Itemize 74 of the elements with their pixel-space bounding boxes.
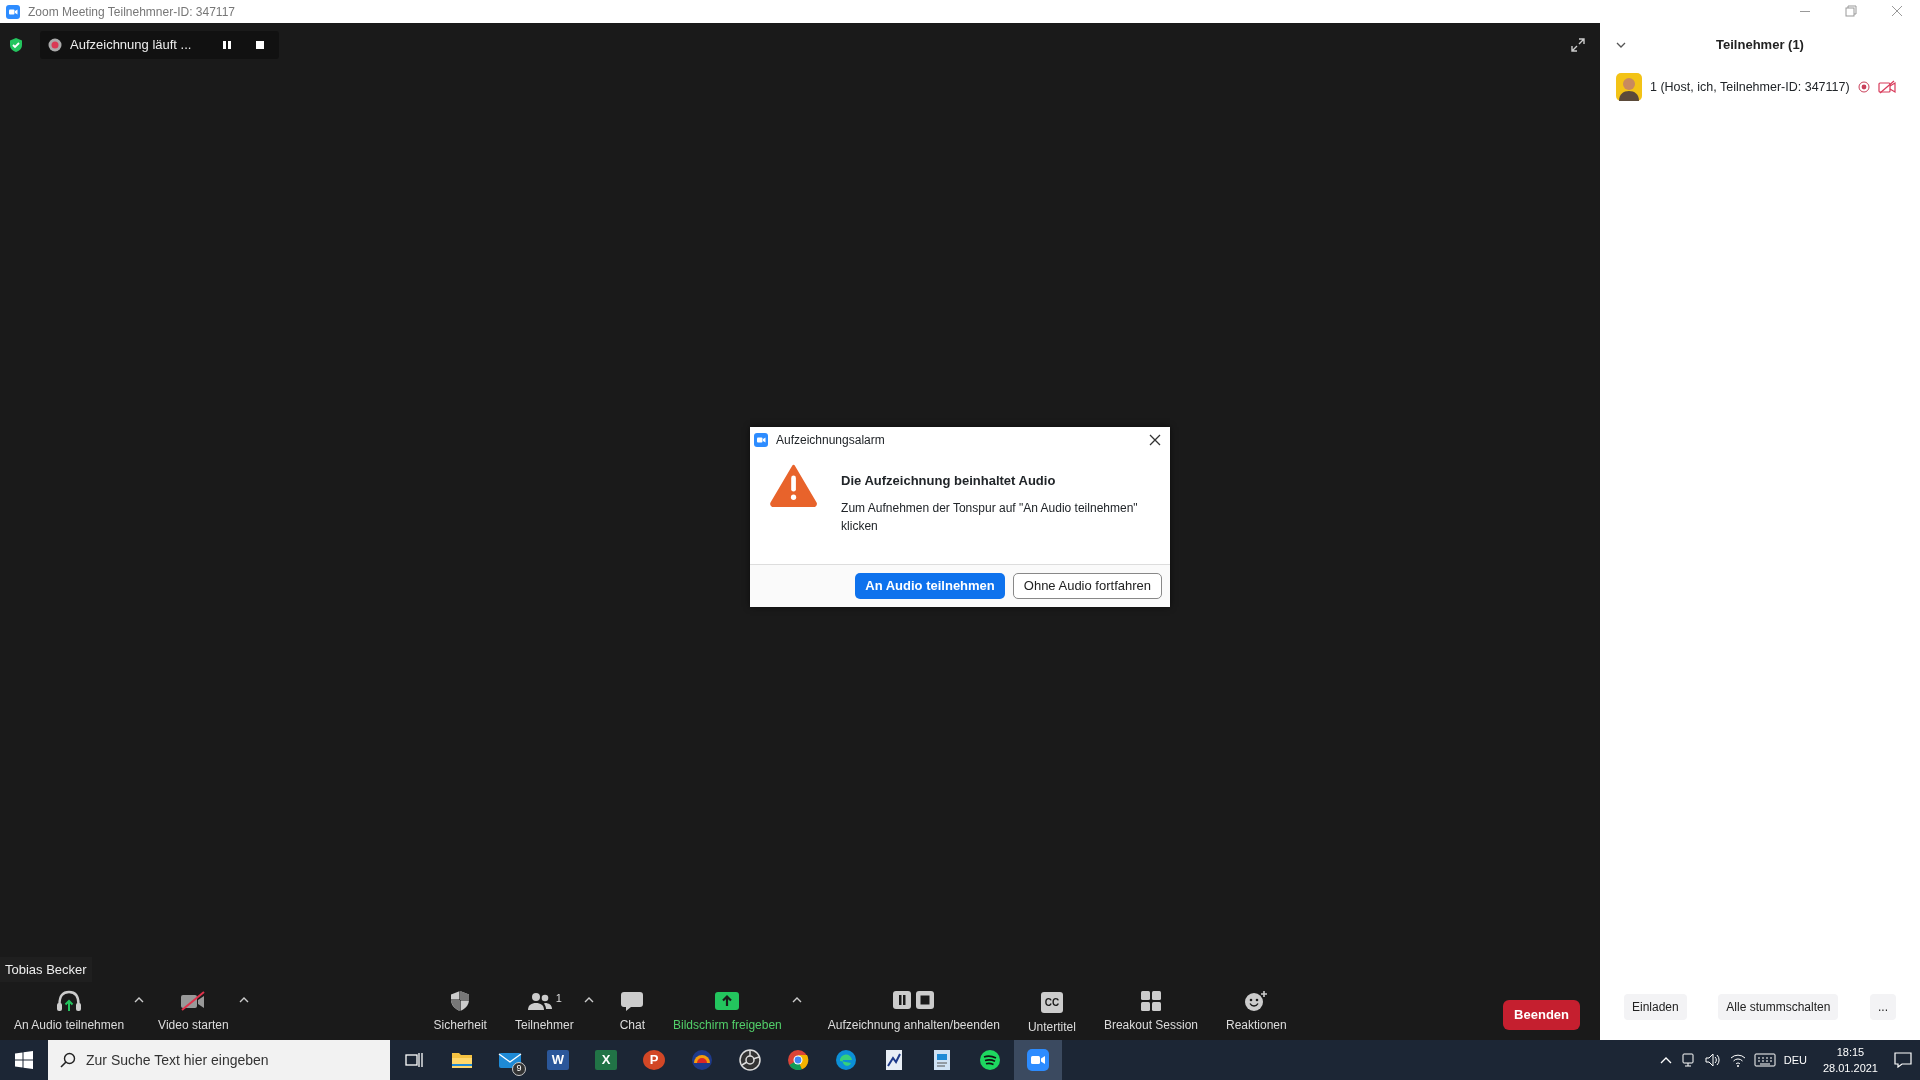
participant-count: 1 (555, 991, 562, 1006)
volume-icon[interactable] (1703, 1052, 1722, 1068)
toolbar-button[interactable]: Chat (613, 990, 652, 1036)
notification-icon[interactable] (1894, 1052, 1912, 1068)
panel-title: Teilnehmer (1) (1716, 36, 1805, 55)
clock-date: 28.01.2021 (1822, 1061, 1878, 1076)
shield-check-icon (8, 37, 24, 53)
search-icon (60, 1052, 76, 1068)
collapse-icon[interactable] (1616, 41, 1626, 49)
caret-icon[interactable] (583, 996, 594, 1004)
language-indicator[interactable]: DEU (1783, 1051, 1807, 1069)
mute-all-button[interactable]: Alle stummschalten (1718, 994, 1839, 1020)
participant-name-tag: Tobias Becker (0, 956, 92, 982)
shield-icon (449, 990, 472, 1012)
notification-count: 9 (512, 1062, 526, 1076)
caret-icon[interactable] (238, 996, 249, 1004)
chat-bubble-icon (620, 990, 645, 1012)
toolbar-button[interactable]: Breakout Session (1097, 990, 1204, 1036)
document-icon[interactable] (932, 1049, 952, 1071)
toolbar-button[interactable]: CC Untertitel (1021, 990, 1082, 1036)
close-icon[interactable] (1148, 433, 1162, 447)
dialog-title: Aufzeichnungsalarm (776, 432, 885, 449)
document-icon[interactable]: W (547, 1050, 569, 1070)
toolbar-button[interactable]: Reaktionen (1220, 990, 1293, 1036)
chart-document-icon[interactable] (884, 1049, 904, 1071)
grid-icon (1139, 990, 1162, 1012)
captions-icon: CC (1040, 992, 1064, 1013)
share-screen-icon (714, 990, 741, 1012)
aperture-icon[interactable] (739, 1049, 761, 1071)
caret-icon[interactable] (134, 996, 145, 1004)
app-logo-icon (754, 433, 768, 447)
recording-icon (48, 38, 62, 52)
app-logo-icon (6, 4, 20, 19)
toolbar-button[interactable]: Sicherheit (427, 990, 493, 1036)
mail-icon[interactable] (498, 1051, 522, 1069)
video-camera-icon[interactable] (1027, 1049, 1049, 1071)
music-logo-icon[interactable] (979, 1049, 1001, 1071)
chevron-up-icon[interactable] (1659, 1055, 1672, 1065)
browser-icon[interactable] (787, 1049, 809, 1071)
caret-icon[interactable] (791, 996, 802, 1004)
circle-logo-icon[interactable] (691, 1049, 713, 1071)
dialog-message: Zum Aufnehmen der Tonspur auf "An Audio teilnehmen" klicken (841, 499, 1139, 535)
end-meeting-button[interactable]: Beenden (1503, 1000, 1580, 1030)
monitor-icon[interactable] (1679, 1052, 1696, 1068)
smiley-plus-icon (1244, 990, 1269, 1012)
recording-status: Aufzeichnung läuft ... (70, 36, 192, 55)
toolbar-button[interactable]: Video starten (152, 990, 235, 1034)
invite-button[interactable]: Einladen (1624, 994, 1687, 1020)
task-view-icon[interactable] (405, 1052, 423, 1068)
dialog-heading: Die Aufzeichnung beinhaltet Audio (841, 472, 1057, 490)
more-button[interactable]: ... (1870, 994, 1896, 1020)
pause-stop-icon (891, 990, 936, 1012)
join-audio-button[interactable]: An Audio teilnehmen (855, 573, 1005, 599)
avatar-icon (1616, 73, 1642, 101)
fullscreen-icon[interactable] (1570, 37, 1586, 53)
toolbar-button[interactable]: Aufzeichnung anhalten/beenden (821, 990, 1006, 1036)
headphones-icon (56, 990, 83, 1012)
presentation-icon[interactable]: P (643, 1050, 665, 1070)
wave-logo-icon[interactable] (835, 1049, 857, 1071)
document-icon[interactable]: X (595, 1050, 617, 1070)
toolbar-button[interactable]: An Audio teilnehmen (8, 990, 131, 1034)
toolbar-button[interactable]: 1 Teilnehmer (508, 990, 580, 1036)
search-field[interactable]: Zur Suche Text hier eingeben (48, 1040, 390, 1080)
continue-button[interactable]: Ohne Audio fortfahren (1012, 573, 1162, 599)
toolbar-button[interactable]: Bildschirm freigeben (667, 990, 788, 1036)
warning-icon (770, 463, 818, 507)
window-title: Zoom Meeting Teilnehmner-ID: 347117 (28, 3, 235, 21)
people-icon (526, 990, 553, 1012)
keyboard-icon[interactable] (1753, 1053, 1776, 1067)
wifi-icon[interactable] (1729, 1052, 1746, 1068)
folder-icon[interactable] (451, 1051, 473, 1069)
clock-time: 18:15 (1836, 1044, 1865, 1060)
windows-logo-icon[interactable] (15, 1051, 33, 1069)
participant-name: 1 (Host, ich, Teilnehmer-ID: 347117) (1650, 78, 1850, 96)
